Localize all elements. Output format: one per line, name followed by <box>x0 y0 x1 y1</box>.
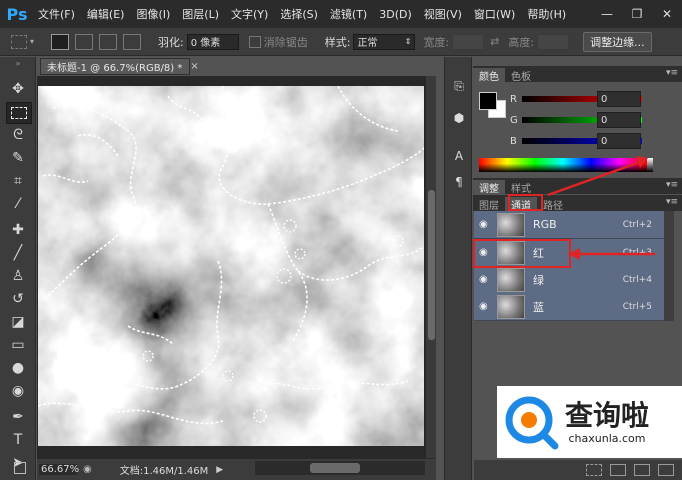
canvas-image[interactable] <box>38 86 424 446</box>
slider-b-label: B <box>510 135 517 147</box>
blur-tool-icon[interactable]: ● <box>6 358 30 378</box>
watermark: 查询啦 chaxunla.com <box>497 386 682 458</box>
slider-g-label: G <box>510 114 518 126</box>
menu-image[interactable]: 图像(I) <box>130 6 176 22</box>
clone-stamp-tool-icon[interactable]: ♙ <box>6 266 30 286</box>
foreground-color-swatch[interactable] <box>479 92 497 110</box>
status-expand-icon[interactable]: ▶ <box>216 465 223 475</box>
healing-brush-tool-icon[interactable]: ✚ <box>6 220 30 240</box>
swap-icon[interactable]: ⇄ <box>490 35 499 48</box>
style-label: 样式: <box>324 35 351 49</box>
channel-name: 蓝 <box>533 300 544 314</box>
menu-window[interactable]: 窗口(W) <box>468 6 521 22</box>
close-button[interactable]: ✕ <box>652 0 682 28</box>
feather-label: 羽化: <box>158 35 184 49</box>
horizontal-scroll-thumb[interactable] <box>310 463 360 473</box>
menu-bar: Ps 文件(F) 编辑(E) 图像(I) 图层(L) 文字(Y) 选择(S) 滤… <box>0 0 682 28</box>
intersect-selection-icon[interactable] <box>123 33 141 50</box>
menu-view[interactable]: 视图(V) <box>418 6 468 22</box>
history-brush-tool-icon[interactable]: ↺ <box>6 289 30 309</box>
tab-swatches[interactable]: 色板 <box>505 68 537 83</box>
preset-dropdown-icon[interactable]: ▾ <box>30 37 48 46</box>
eraser-tool-icon[interactable]: ◪ <box>6 312 30 332</box>
width-input[interactable] <box>452 33 485 50</box>
tab-color[interactable]: 颜色 <box>473 68 505 83</box>
document-size: 文档:1.46M/1.46M <box>119 466 209 477</box>
vertical-scroll-thumb[interactable] <box>428 190 435 340</box>
3d-panel-icon[interactable]: ⬢ <box>449 109 469 127</box>
channel-row-blue[interactable]: ◉ 蓝 Ctrl+5 <box>474 293 664 321</box>
eyedropper-tool-icon[interactable]: ⁄ <box>6 194 30 214</box>
style-select[interactable]: 正常 ⇕ <box>353 33 416 50</box>
menu-edit[interactable]: 编辑(E) <box>81 6 131 22</box>
restore-button[interactable]: ❐ <box>622 0 652 28</box>
antialias-label: 消除锯齿 <box>263 35 308 49</box>
subtract-selection-icon[interactable] <box>99 33 117 50</box>
chevron-updown-icon: ⇕ <box>404 37 412 46</box>
slider-r-label: R <box>510 93 517 105</box>
new-selection-icon[interactable] <box>51 33 69 50</box>
menu-type[interactable]: 文字(Y) <box>225 6 274 22</box>
brush-tool-icon[interactable]: ╱ <box>6 243 30 263</box>
height-input[interactable] <box>537 33 570 50</box>
trash-icon[interactable] <box>658 464 674 476</box>
channels-footer <box>474 460 682 480</box>
menu-help[interactable]: 帮助(H) <box>521 6 572 22</box>
history-panel-icon[interactable]: ⎘ <box>449 77 469 95</box>
feather-input[interactable]: 0 像素 <box>186 33 239 50</box>
panel-menu-icon[interactable]: ▾≡ <box>666 68 678 78</box>
close-icon[interactable]: × <box>190 61 198 72</box>
tools-panel: » ✥ ᘓ ✎ ⌗ ⁄ ✚ ╱ ♙ ↺ ◪ ▭ ● ◉ ✒ T ➤ <box>0 57 36 480</box>
type-tool-icon[interactable]: T <box>6 430 30 450</box>
gradient-tool-icon[interactable]: ▭ <box>6 335 30 355</box>
menu-3d[interactable]: 3D(D) <box>373 8 418 21</box>
clouds-image <box>38 86 424 446</box>
watermark-cn: 查询啦 <box>565 398 650 432</box>
channel-shortcut: Ctrl+5 <box>622 301 652 312</box>
menu-filter[interactable]: 滤镜(T) <box>324 6 373 22</box>
zoom-level[interactable]: 66.67% <box>39 464 79 475</box>
status-menu-icon[interactable]: ◉ <box>83 464 92 475</box>
document-tab-title: 未标题-1 @ 66.7%(RGB/8) * <box>47 63 183 74</box>
move-tool-icon[interactable]: ✥ <box>6 79 30 99</box>
channel-thumbnail <box>497 294 525 319</box>
menu-select[interactable]: 选择(S) <box>274 6 324 22</box>
marquee-preset-icon[interactable] <box>11 34 27 49</box>
width-label: 宽度: <box>423 35 450 49</box>
add-selection-icon[interactable] <box>75 33 93 50</box>
quick-mask-icon[interactable] <box>14 462 26 474</box>
lasso-tool-icon[interactable]: ᘓ <box>6 125 30 145</box>
load-selection-icon[interactable] <box>586 464 602 476</box>
visibility-eye-icon[interactable]: ◉ <box>479 301 495 312</box>
style-select-value: 正常 <box>357 38 378 49</box>
menu-file[interactable]: 文件(F) <box>32 6 81 22</box>
antialias-checkbox[interactable] <box>248 35 261 48</box>
watermark-en: chaxunla.com <box>568 431 646 445</box>
dodge-tool-icon[interactable]: ◉ <box>6 381 30 401</box>
quick-select-tool-icon[interactable]: ✎ <box>6 148 30 168</box>
crop-tool-icon[interactable]: ⌗ <box>6 171 30 191</box>
photoshop-logo: Ps <box>6 4 28 24</box>
slider-r-value[interactable]: 0 <box>597 91 641 107</box>
save-selection-icon[interactable] <box>610 464 626 476</box>
minimize-button[interactable]: — <box>592 0 622 28</box>
pen-tool-icon[interactable]: ✒ <box>6 407 30 427</box>
rect-marquee-tool-icon[interactable] <box>6 102 32 124</box>
document-tab[interactable]: 未标题-1 @ 66.7%(RGB/8) * × <box>40 58 199 75</box>
toolbar-collapse-icon[interactable]: » <box>6 59 30 68</box>
refine-edge-button[interactable]: 调整边缘... <box>583 31 652 52</box>
window-controls: — ❐ ✕ <box>592 0 682 28</box>
new-channel-icon[interactable] <box>634 464 650 476</box>
annotation-arrows <box>547 156 655 260</box>
options-bar: ▾ 羽化: 0 像素 消除锯齿 样式: 正常 ⇕ 宽度: ⇄ 高度: 调整边缘..… <box>0 28 682 56</box>
slider-b-value[interactable]: 0 <box>597 133 641 149</box>
color-panel-tabs: 颜色 色板 ▾≡ <box>473 66 682 83</box>
slider-g-value[interactable]: 0 <box>597 112 641 128</box>
search-logo-icon <box>503 394 559 450</box>
menu-layer[interactable]: 图层(L) <box>176 6 225 22</box>
height-label: 高度: <box>508 35 535 49</box>
